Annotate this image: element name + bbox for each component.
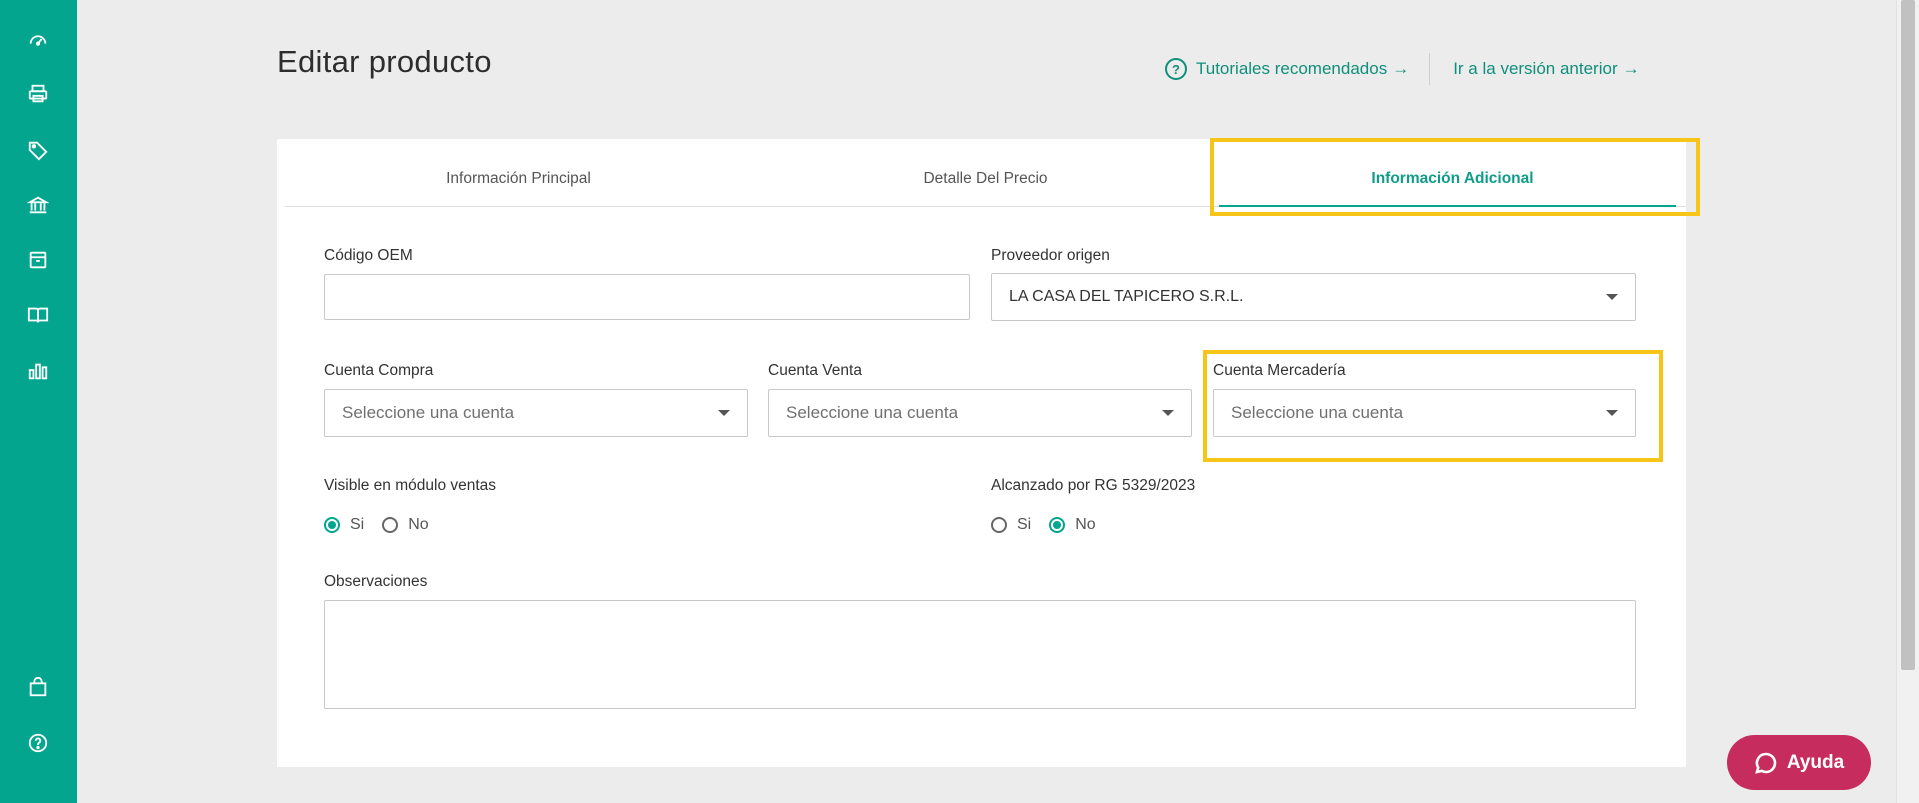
proveedor-origen-select[interactable]: LA CASA DEL TAPICERO S.R.L. bbox=[991, 273, 1636, 321]
visible-ventas-si-radio[interactable] bbox=[324, 517, 340, 533]
arrow-right-icon: → bbox=[1392, 59, 1410, 78]
caret-down-icon bbox=[1162, 410, 1174, 416]
proveedor-origen-value: LA CASA DEL TAPICERO S.R.L. bbox=[1009, 288, 1244, 305]
codigo-oem-label: Código OEM bbox=[324, 247, 413, 264]
caret-down-icon bbox=[1606, 294, 1618, 300]
scrollbar[interactable] bbox=[1896, 0, 1919, 803]
bank-icon[interactable] bbox=[24, 191, 52, 219]
alcanzado-rg-si-label[interactable]: Si bbox=[1017, 516, 1031, 534]
visible-ventas-label: Visible en módulo ventas bbox=[324, 477, 497, 494]
previous-version-link[interactable]: Ir a la versión anterior → bbox=[1453, 59, 1639, 79]
tag-icon[interactable] bbox=[24, 136, 52, 164]
help-icon[interactable] bbox=[24, 729, 52, 757]
caret-down-icon bbox=[1606, 410, 1618, 416]
tutorials-link[interactable]: ? Tutoriales recomendados → bbox=[1165, 58, 1409, 80]
bar-chart-icon[interactable] bbox=[24, 357, 52, 385]
scrollbar-thumb[interactable] bbox=[1901, 0, 1915, 670]
tab-informacion-principal[interactable]: Información Principal bbox=[285, 139, 752, 206]
page-title: Editar producto bbox=[277, 44, 492, 79]
box-icon[interactable] bbox=[24, 246, 52, 274]
visible-ventas-no-label[interactable]: No bbox=[408, 516, 428, 534]
visible-ventas-si-label[interactable]: Si bbox=[350, 516, 364, 534]
cuenta-compra-placeholder: Seleccione una cuenta bbox=[342, 403, 515, 422]
previous-version-link-label: Ir a la versión anterior bbox=[1453, 59, 1618, 78]
observaciones-label: Observaciones bbox=[324, 573, 428, 590]
ayuda-button[interactable]: Ayuda bbox=[1727, 735, 1871, 790]
visible-ventas-no-radio[interactable] bbox=[382, 517, 399, 533]
shopping-bag-icon[interactable] bbox=[24, 673, 52, 701]
product-form-card: Información Principal Detalle Del Precio… bbox=[277, 139, 1686, 767]
sidebar bbox=[0, 0, 77, 803]
visible-ventas-radio-group: Si No bbox=[324, 516, 447, 534]
codigo-oem-input[interactable] bbox=[324, 274, 970, 320]
alcanzado-rg-si-radio[interactable] bbox=[991, 517, 1007, 533]
header-divider bbox=[1429, 53, 1431, 85]
tab-detalle-del-precio[interactable]: Detalle Del Precio bbox=[752, 139, 1219, 206]
tutorials-link-label: Tutoriales recomendados bbox=[1196, 59, 1388, 78]
observaciones-textarea[interactable] bbox=[324, 600, 1636, 709]
cuenta-venta-label: Cuenta Venta bbox=[768, 362, 862, 379]
cuenta-mercaderia-placeholder: Seleccione una cuenta bbox=[1231, 403, 1404, 422]
tab-bar: Información Principal Detalle Del Precio… bbox=[285, 139, 1686, 207]
printer-icon[interactable] bbox=[24, 80, 52, 108]
alcanzado-rg-no-label[interactable]: No bbox=[1075, 516, 1095, 534]
alcanzado-rg-no-radio[interactable] bbox=[1049, 517, 1066, 533]
book-icon[interactable] bbox=[24, 301, 52, 329]
cuenta-compra-label: Cuenta Compra bbox=[324, 362, 434, 379]
tab-informacion-adicional[interactable]: Información Adicional bbox=[1219, 139, 1686, 207]
proveedor-origen-label: Proveedor origen bbox=[991, 247, 1110, 264]
cuenta-compra-select[interactable]: Seleccione una cuenta bbox=[324, 389, 748, 437]
question-circle-icon: ? bbox=[1165, 58, 1187, 80]
caret-down-icon bbox=[718, 410, 730, 416]
cuenta-mercaderia-label: Cuenta Mercadería bbox=[1213, 362, 1346, 379]
alcanzado-rg-radio-group: Si No bbox=[991, 516, 1114, 534]
arrow-right-icon: → bbox=[1622, 59, 1640, 78]
header-links: ? Tutoriales recomendados → Ir a la vers… bbox=[1165, 53, 1640, 85]
cuenta-venta-placeholder: Seleccione una cuenta bbox=[786, 403, 959, 422]
alcanzado-rg-label: Alcanzado por RG 5329/2023 bbox=[991, 477, 1196, 494]
dashboard-icon[interactable] bbox=[24, 25, 52, 53]
cuenta-mercaderia-select[interactable]: Seleccione una cuenta bbox=[1213, 389, 1636, 437]
cuenta-venta-select[interactable]: Seleccione una cuenta bbox=[768, 389, 1192, 437]
chat-bubble-icon bbox=[1754, 752, 1777, 774]
ayuda-button-label: Ayuda bbox=[1786, 751, 1845, 773]
